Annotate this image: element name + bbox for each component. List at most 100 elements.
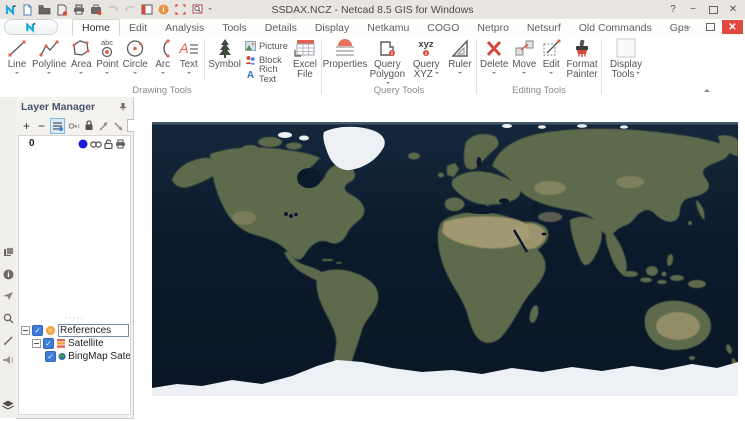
tree-label[interactable]: Satellite bbox=[68, 338, 104, 349]
tree-label[interactable]: BingMap Satellite I bbox=[68, 351, 130, 362]
text-button[interactable]: A Text bbox=[176, 38, 202, 76]
format-painter-button[interactable]: Format Painter bbox=[564, 38, 600, 80]
tree-label[interactable]: References bbox=[58, 324, 129, 337]
point-dropdown[interactable] bbox=[105, 72, 110, 76]
panel-splitter[interactable]: ····· bbox=[19, 315, 130, 322]
pin-icon[interactable] bbox=[119, 102, 127, 111]
info-circle-icon[interactable]: i bbox=[1, 267, 15, 281]
save-file-icon[interactable] bbox=[55, 3, 68, 16]
info-icon[interactable]: i bbox=[157, 3, 170, 16]
line-dropdown[interactable] bbox=[15, 72, 19, 76]
display-tools-button[interactable]: Display Tools bbox=[603, 38, 649, 80]
tree-item-bingmap[interactable]: ✓ BingMap Satellite I bbox=[21, 350, 130, 363]
delete-button[interactable]: Delete bbox=[478, 38, 510, 76]
layer-visibility-icon[interactable] bbox=[90, 140, 102, 148]
layer-lock-icon[interactable] bbox=[104, 138, 113, 149]
symbol-button[interactable]: Symbol bbox=[206, 38, 243, 70]
restore-button[interactable] bbox=[703, 1, 723, 18]
window-layout-icon[interactable] bbox=[140, 3, 153, 16]
query-xyz-button[interactable]: xyz i Query XYZ bbox=[408, 38, 445, 80]
satellite-checkbox[interactable]: ✓ bbox=[43, 338, 54, 349]
move-dropdown[interactable] bbox=[522, 72, 527, 76]
remove-layer-button[interactable]: − bbox=[35, 119, 48, 133]
tab-home[interactable]: Home bbox=[72, 19, 121, 37]
tab-old-commands[interactable]: Old Commands bbox=[570, 20, 661, 36]
line-icon bbox=[8, 40, 26, 57]
tab-cogo[interactable]: COGO bbox=[418, 20, 468, 36]
tab-display[interactable]: Display bbox=[306, 20, 358, 36]
layer-list-button[interactable] bbox=[50, 117, 65, 134]
redo-icon[interactable] bbox=[123, 3, 136, 16]
undo-icon[interactable] bbox=[106, 3, 119, 16]
map-viewport[interactable] bbox=[152, 122, 738, 396]
query-xyz-dropdown[interactable] bbox=[434, 72, 439, 76]
area-dropdown[interactable] bbox=[79, 72, 84, 76]
panels-icon[interactable] bbox=[1, 245, 15, 259]
netcad-logo-icon[interactable] bbox=[4, 3, 17, 16]
flag-down-button[interactable] bbox=[112, 119, 125, 133]
open-file-icon[interactable] bbox=[38, 3, 51, 16]
collapse-icon[interactable] bbox=[32, 339, 41, 348]
layer-print-icon[interactable] bbox=[115, 139, 126, 149]
picture-button[interactable]: Picture bbox=[244, 39, 288, 52]
doc-minimize-button[interactable]: − bbox=[678, 20, 699, 34]
application-button[interactable] bbox=[4, 19, 58, 35]
rich-text-button[interactable]: A Rich Text bbox=[245, 64, 288, 84]
select-region-icon[interactable] bbox=[174, 3, 187, 16]
flag-up-button[interactable] bbox=[97, 119, 110, 133]
layer-row-0[interactable]: 0 bbox=[21, 137, 128, 150]
edit-button[interactable]: Edit bbox=[538, 38, 564, 76]
collapse-icon[interactable] bbox=[21, 326, 30, 335]
close-button[interactable]: ✕ bbox=[723, 1, 743, 18]
tab-analysis[interactable]: Analysis bbox=[156, 20, 213, 36]
announce-icon[interactable] bbox=[1, 353, 15, 367]
layer-color-swatch[interactable] bbox=[78, 139, 88, 149]
arc-button[interactable]: Arc bbox=[150, 38, 176, 76]
ruler-button[interactable]: Ruler bbox=[445, 38, 475, 76]
zoom-menu-icon[interactable] bbox=[191, 3, 204, 16]
print-icon[interactable] bbox=[72, 3, 85, 16]
display-tools-dropdown[interactable] bbox=[636, 72, 641, 76]
line-button[interactable]: Line bbox=[4, 38, 30, 76]
ruler-dropdown[interactable] bbox=[457, 72, 462, 76]
new-file-icon[interactable] bbox=[21, 3, 34, 16]
lock-button[interactable] bbox=[82, 119, 95, 133]
qat-dropdown-icon[interactable] bbox=[208, 7, 212, 12]
tab-edit[interactable]: Edit bbox=[120, 20, 156, 36]
move-button[interactable]: Move bbox=[510, 38, 538, 76]
bingmap-checkbox[interactable]: ✓ bbox=[45, 351, 56, 362]
query-polygon-button[interactable]: i Query Polygon bbox=[367, 38, 408, 90]
tab-netkamu[interactable]: Netkamu bbox=[358, 20, 418, 36]
doc-close-button[interactable]: ✕ bbox=[722, 20, 743, 34]
tree-item-references[interactable]: ✓ References bbox=[21, 324, 130, 337]
tree-item-satellite[interactable]: ✓ Satellite bbox=[21, 337, 130, 350]
tab-tools[interactable]: Tools bbox=[213, 20, 256, 36]
minimize-button[interactable]: − bbox=[683, 1, 703, 18]
help-button[interactable]: ? bbox=[663, 1, 683, 18]
key-button[interactable] bbox=[67, 119, 80, 133]
add-layer-button[interactable]: + bbox=[20, 119, 33, 133]
references-checkbox[interactable]: ✓ bbox=[32, 325, 43, 336]
collapse-ribbon-button[interactable] bbox=[704, 86, 710, 92]
sketch-icon[interactable] bbox=[1, 333, 15, 347]
edit-dropdown[interactable] bbox=[549, 72, 554, 76]
circle-button[interactable]: Circle bbox=[121, 38, 150, 76]
circle-dropdown[interactable] bbox=[133, 72, 138, 76]
export-file-icon[interactable] bbox=[89, 3, 102, 16]
polyline-dropdown[interactable] bbox=[47, 72, 52, 76]
polyline-button[interactable]: Polyline bbox=[30, 38, 68, 76]
doc-restore-button[interactable] bbox=[700, 20, 721, 34]
text-dropdown[interactable] bbox=[186, 72, 191, 76]
point-button[interactable]: abc Point bbox=[94, 38, 120, 76]
send-icon[interactable] bbox=[1, 289, 15, 303]
properties-button[interactable]: Properties bbox=[323, 38, 367, 70]
excel-file-button[interactable]: Excel File bbox=[290, 38, 320, 80]
arc-dropdown[interactable] bbox=[160, 72, 165, 76]
area-button[interactable]: Area bbox=[68, 38, 94, 76]
tab-netsurf[interactable]: Netsurf bbox=[518, 20, 570, 36]
search-icon[interactable] bbox=[1, 311, 15, 325]
tab-details[interactable]: Details bbox=[256, 20, 306, 36]
tab-netpro[interactable]: Netpro bbox=[468, 20, 518, 36]
delete-dropdown[interactable] bbox=[492, 72, 497, 76]
netcad-window: i SSDAX.NCZ - Netcad 8.5 GIS for Windows… bbox=[0, 0, 745, 421]
